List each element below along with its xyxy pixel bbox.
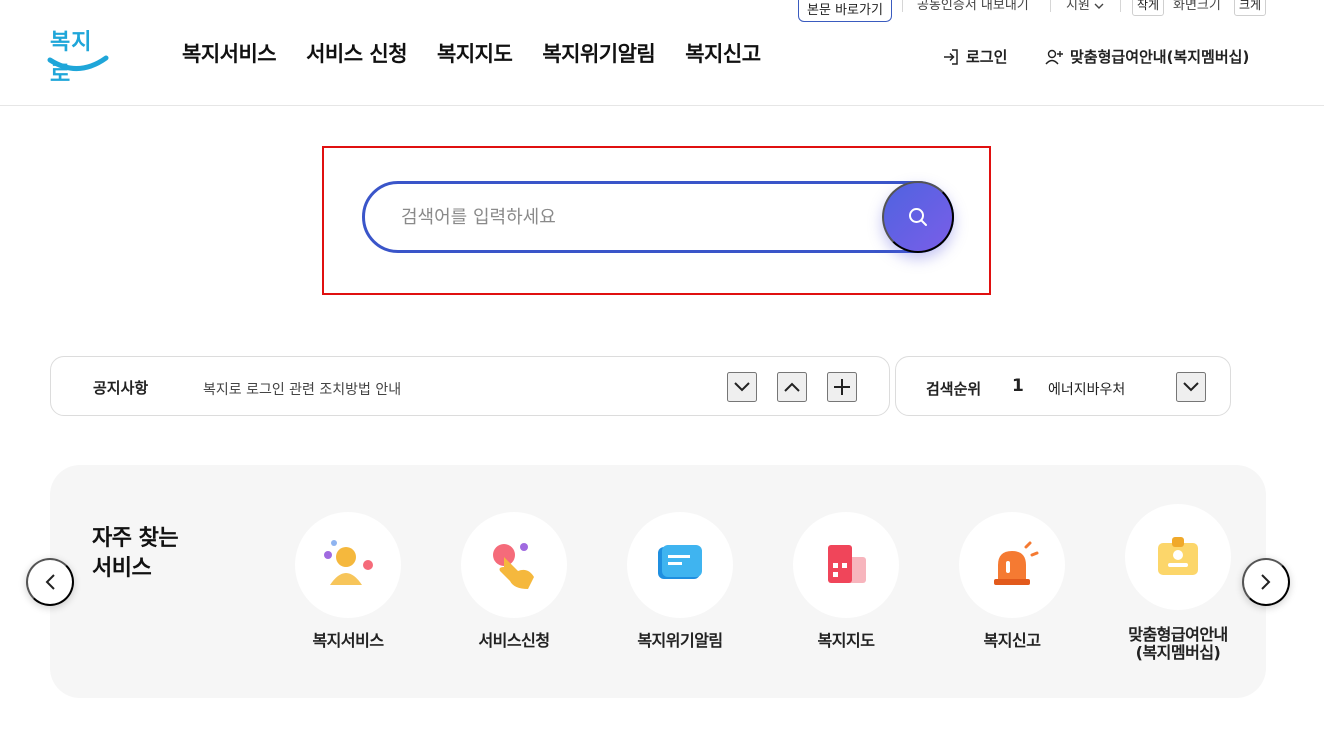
- main-nav: 복지서비스 서비스 신청 복지지도 복지위기알림 복지신고: [182, 38, 761, 68]
- service-membership[interactable]: 맞춤형급여안내 (복지멤버십): [1103, 504, 1253, 662]
- ranking-expand-button[interactable]: [1176, 372, 1206, 402]
- carousel-prev-button[interactable]: [26, 558, 74, 606]
- service-icon-circle: [959, 512, 1065, 618]
- service-apply[interactable]: 서비스신청: [439, 512, 589, 650]
- service-label: 복지서비스: [312, 631, 384, 650]
- service-welfare-map[interactable]: 복지지도: [771, 512, 921, 650]
- membership-label: 맞춤형급여안내(복지멤버십): [1070, 48, 1250, 66]
- ranking-keyword-link[interactable]: 에너지바우처: [1048, 379, 1126, 399]
- title-line1: 자주 찾는: [92, 526, 179, 551]
- service-crisis-alert[interactable]: 복지위기알림: [605, 512, 755, 650]
- service-icon-circle: [295, 512, 401, 618]
- tap-hand-icon: [493, 543, 534, 589]
- service-label-line1: 맞춤형급여안내: [1128, 625, 1228, 644]
- plus-icon: [834, 379, 850, 395]
- site-logo[interactable]: 복지로: [46, 24, 112, 87]
- service-label-line2: (복지멤버십): [1135, 643, 1221, 662]
- search-box: [362, 181, 954, 253]
- notice-more-button[interactable]: [827, 372, 857, 402]
- login-icon: [944, 48, 958, 65]
- building-map-icon: [828, 545, 866, 583]
- notice-prev-button[interactable]: [777, 372, 807, 402]
- search-input[interactable]: [401, 200, 871, 234]
- title-line2: 서비스: [92, 556, 152, 581]
- id-badge-icon: [1158, 537, 1198, 575]
- message-icon: [658, 545, 702, 579]
- service-icon-circle: [627, 512, 733, 618]
- membership-link[interactable]: 맞춤형급여안내(복지멤버십): [1044, 46, 1249, 67]
- service-label: 복지위기알림: [637, 631, 723, 650]
- notice-next-button[interactable]: [727, 372, 757, 402]
- site-header: 복지로 복지서비스 서비스 신청 복지지도 복지위기알림 복지신고 로그인 맞춤…: [0, 0, 1324, 106]
- chevron-down-icon: [734, 382, 750, 392]
- siren-icon: [994, 541, 1039, 585]
- search-icon: [909, 208, 927, 226]
- service-label: 서비스신청: [478, 631, 550, 650]
- notice-bar: 공지사항 복지로 로그인 관련 조치방법 안내: [50, 356, 890, 416]
- service-icon-circle: [461, 512, 567, 618]
- nav-welfare-report[interactable]: 복지신고: [685, 38, 761, 68]
- service-welfare[interactable]: 복지서비스: [273, 512, 423, 650]
- ranking-label: 검색순위: [926, 380, 982, 398]
- login-label: 로그인: [966, 48, 1008, 66]
- nav-welfare-map[interactable]: 복지지도: [437, 38, 513, 68]
- service-welfare-report[interactable]: 복지신고: [937, 512, 1087, 650]
- person-icon: [324, 540, 373, 585]
- ranking-number: 1: [1012, 376, 1024, 396]
- service-label: 맞춤형급여안내 (복지멤버십): [1103, 626, 1253, 662]
- nav-crisis-alert[interactable]: 복지위기알림: [542, 38, 655, 68]
- chevron-up-icon: [784, 382, 800, 392]
- notice-label: 공지사항: [93, 379, 149, 397]
- user-plus-icon: [1045, 49, 1063, 64]
- frequent-services-title: 자주 찾는 서비스: [92, 524, 179, 584]
- chevron-down-icon: [1183, 382, 1199, 392]
- search-ranking-bar: 검색순위 1 에너지바우처: [895, 356, 1231, 416]
- service-icon-circle: [1125, 504, 1231, 610]
- nav-welfare-service[interactable]: 복지서비스: [182, 38, 277, 68]
- chevron-left-icon: [45, 574, 55, 590]
- notice-text-link[interactable]: 복지로 로그인 관련 조치방법 안내: [203, 379, 401, 399]
- service-label: 복지신고: [983, 631, 1041, 650]
- service-label: 복지지도: [817, 631, 875, 650]
- logo-smile-icon: [47, 55, 109, 71]
- service-icon-circle: [793, 512, 899, 618]
- chevron-right-icon: [1261, 574, 1271, 590]
- login-link[interactable]: 로그인: [942, 46, 1007, 67]
- search-button[interactable]: [882, 181, 954, 253]
- nav-service-apply[interactable]: 서비스 신청: [306, 38, 407, 68]
